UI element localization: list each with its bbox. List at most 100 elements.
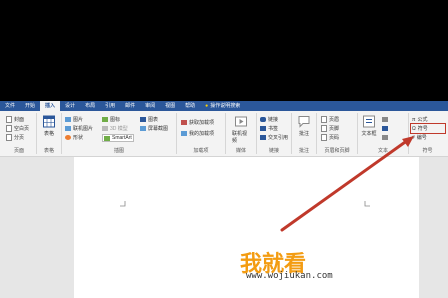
- online-video-label: 联机视频: [232, 131, 248, 144]
- chart-icon: [140, 117, 146, 122]
- drop-cap-icon: [382, 135, 388, 140]
- pictures-button[interactable]: 图片: [65, 116, 83, 123]
- group-header-footer-label: 页眉和页脚: [324, 148, 350, 154]
- group-pages-label: 页面: [13, 148, 24, 154]
- group-illustrations: 图片 联机图片 形状 图标 3D 模型 SmartArt 图表 屏幕截图 插图: [62, 113, 177, 154]
- pi-icon: π: [412, 116, 416, 123]
- chart-label: 图表: [148, 117, 159, 123]
- bookmark-icon: [260, 126, 266, 131]
- cover-page-label: 封面: [14, 117, 25, 123]
- page-break-label: 分页: [14, 135, 25, 141]
- tab-view[interactable]: 视图: [160, 101, 180, 111]
- group-tables: 表格 表格: [37, 113, 62, 154]
- tab-help[interactable]: 帮助: [180, 101, 200, 111]
- group-addins: 获取加载项 我的加载项 加载项: [177, 113, 226, 154]
- bookmark-button[interactable]: 书签: [260, 125, 278, 132]
- comment-label: 批注: [298, 131, 309, 137]
- page-number-button[interactable]: 页码: [321, 134, 339, 141]
- ribbon-insert: 封面 空白页 分页 页面 表格 表格 图片 联机图片 形状 图标 3D 模型 S…: [0, 111, 448, 157]
- text-quick-parts-button[interactable]: [382, 117, 390, 122]
- link-button[interactable]: 链接: [260, 116, 278, 123]
- hash-icon: #: [412, 134, 415, 141]
- group-links-label: 链接: [268, 148, 279, 154]
- page-break-button[interactable]: 分页: [6, 134, 24, 141]
- equation-button[interactable]: π 公式: [412, 116, 428, 124]
- crop-mark-left: [120, 201, 126, 207]
- icons-button[interactable]: 图标: [102, 116, 120, 123]
- comment-button[interactable]: 批注: [295, 115, 313, 137]
- text-box-label: 文本框: [361, 131, 377, 137]
- group-tables-label: 表格: [43, 148, 54, 154]
- page-break-icon: [6, 134, 12, 141]
- cover-page-icon: [6, 116, 12, 123]
- smartart-icon: [104, 135, 110, 141]
- cross-reference-label: 交叉引用: [268, 135, 289, 141]
- header-label: 页眉: [329, 117, 340, 123]
- cross-reference-icon: [260, 135, 266, 140]
- group-links: 链接 书签 交叉引用 链接: [257, 113, 292, 154]
- blank-page-label: 空白页: [14, 126, 30, 132]
- get-addins-label: 获取加载项: [189, 120, 215, 126]
- group-header-footer: 页眉 页脚 页码 页眉和页脚: [317, 113, 358, 154]
- screenshot-icon: [140, 126, 146, 131]
- link-icon: [260, 117, 266, 122]
- blank-page-icon: [6, 125, 12, 132]
- tab-file[interactable]: 文件: [0, 101, 20, 111]
- tab-insert[interactable]: 插入: [40, 101, 61, 111]
- footer-icon: [321, 125, 327, 132]
- cover-page-button[interactable]: 封面: [6, 116, 24, 123]
- wordart-button[interactable]: [382, 126, 390, 131]
- footer-label: 页脚: [329, 126, 340, 132]
- 3d-model-icon: [102, 126, 108, 131]
- online-video-button[interactable]: 联机视频: [232, 115, 250, 144]
- group-comments: 批注 批注: [292, 113, 317, 154]
- drop-cap-button[interactable]: [382, 135, 390, 140]
- get-addins-button[interactable]: 获取加载项: [181, 119, 214, 126]
- header-button[interactable]: 页眉: [321, 116, 339, 123]
- group-media: 联机视频 媒体: [226, 113, 257, 154]
- group-symbols-label: 符号: [422, 148, 433, 154]
- tab-review[interactable]: 审阅: [140, 101, 160, 111]
- my-addins-button[interactable]: 我的加载项: [181, 130, 214, 137]
- my-addins-icon: [181, 131, 187, 136]
- 3d-models-label: 3D 模型: [110, 126, 128, 132]
- screenshot-button[interactable]: 屏幕截图: [140, 125, 168, 132]
- table-icon: [43, 115, 55, 128]
- tab-design[interactable]: 设计: [60, 101, 80, 111]
- shapes-button[interactable]: 形状: [65, 134, 83, 141]
- group-text: 文本框 文本: [358, 113, 409, 154]
- blank-page-button[interactable]: 空白页: [6, 125, 29, 132]
- smartart-button[interactable]: SmartArt: [102, 134, 134, 142]
- text-box-button[interactable]: 文本框: [360, 115, 378, 137]
- online-pictures-label: 联机图片: [73, 126, 94, 132]
- group-comments-label: 批注: [298, 148, 309, 154]
- footer-button[interactable]: 页脚: [321, 125, 339, 132]
- bookmark-label: 书签: [268, 126, 279, 132]
- symbol-highlight-box: [410, 123, 446, 134]
- tab-references[interactable]: 引用: [100, 101, 120, 111]
- tell-me-search[interactable]: ● 操作说明搜索: [200, 101, 245, 111]
- watermark-url: www.wojiukan.com: [246, 271, 333, 281]
- wordart-icon: [382, 126, 388, 131]
- table-button[interactable]: 表格: [40, 115, 58, 137]
- tab-layout[interactable]: 布局: [80, 101, 100, 111]
- shapes-icon: [65, 135, 71, 140]
- tab-mailings[interactable]: 邮件: [120, 101, 140, 111]
- group-addins-label: 加载项: [193, 148, 209, 154]
- chart-button[interactable]: 图表: [140, 116, 158, 123]
- my-addins-label: 我的加载项: [189, 131, 215, 137]
- store-icon: [181, 120, 187, 125]
- header-icon: [321, 116, 327, 123]
- 3d-models-button[interactable]: 3D 模型: [102, 125, 128, 132]
- picture-icon: [65, 117, 71, 122]
- online-pictures-button[interactable]: 联机图片: [65, 125, 93, 132]
- numbering-button[interactable]: # 编号: [412, 134, 427, 142]
- tab-home[interactable]: 开始: [20, 101, 40, 111]
- icons-icon: [102, 117, 108, 122]
- cross-reference-button[interactable]: 交叉引用: [260, 134, 288, 141]
- table-label: 表格: [43, 131, 54, 137]
- pictures-label: 图片: [73, 117, 84, 123]
- equation-label: 公式: [417, 117, 428, 123]
- group-media-label: 媒体: [235, 148, 246, 154]
- ribbon-tab-bar: 文件 开始 插入 设计 布局 引用 邮件 审阅 视图 帮助 ● 操作说明搜索: [0, 101, 448, 111]
